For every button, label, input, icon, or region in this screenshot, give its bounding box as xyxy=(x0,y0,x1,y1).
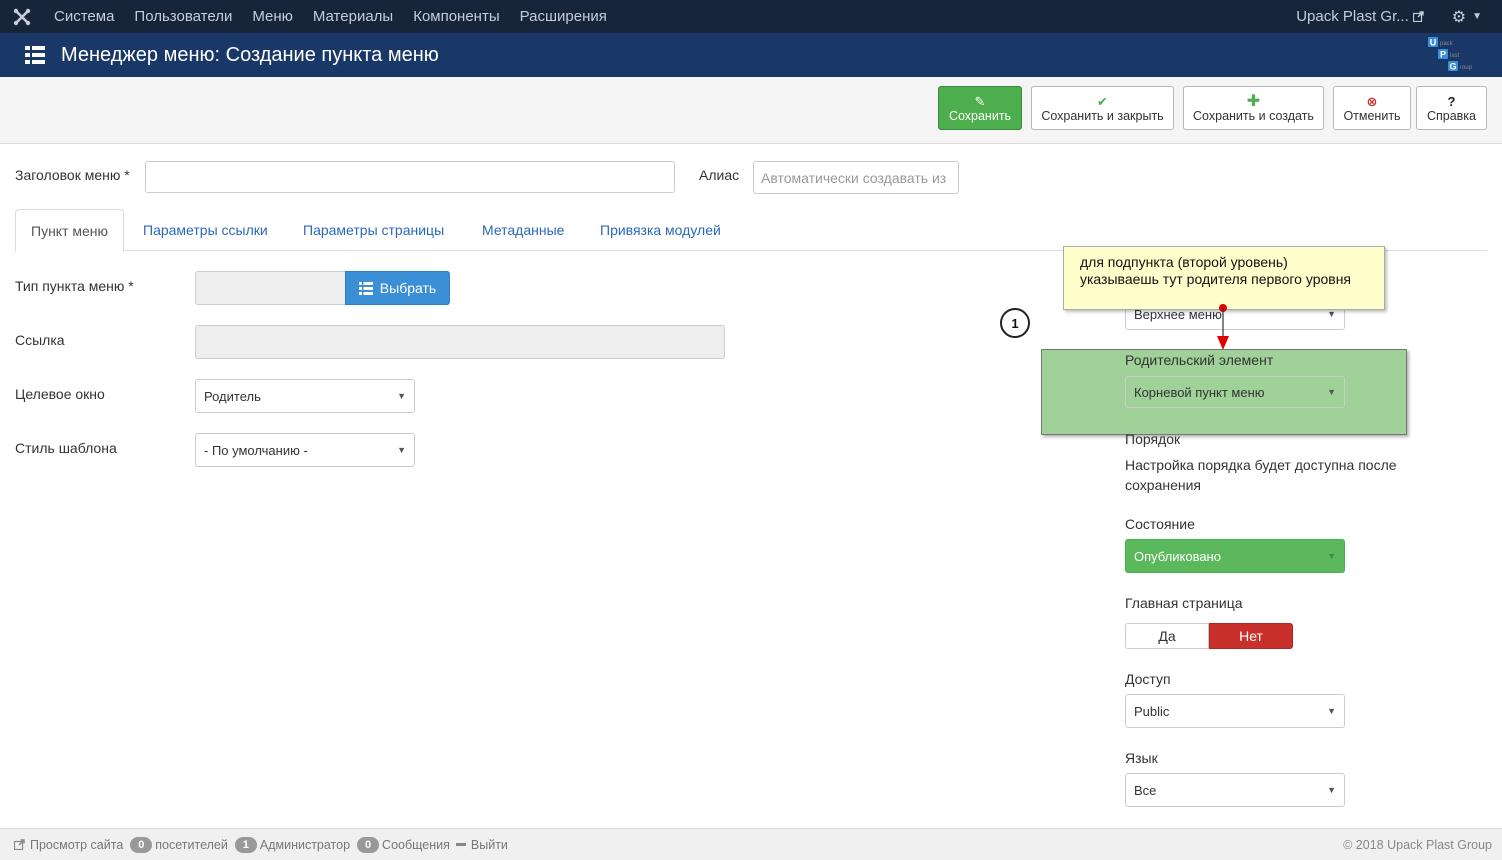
menu-type-input xyxy=(195,271,346,305)
checkmark-icon: ✔ xyxy=(1097,93,1108,109)
page-header: Менеджер меню: Создание пункта меню U pa… xyxy=(0,33,1502,77)
parent-item-select[interactable]: Корневой пункт меню ▼ xyxy=(1125,376,1345,408)
caret-down-icon: ▼ xyxy=(1327,785,1336,795)
logout-link[interactable]: Выйти xyxy=(455,838,508,852)
home-no-toggle[interactable]: Нет xyxy=(1209,623,1293,649)
tab-module-assignment[interactable]: Привязка модулей xyxy=(600,209,721,251)
tab-link-options[interactable]: Параметры ссылки xyxy=(143,209,268,251)
caret-down-icon: ▼ xyxy=(397,445,406,455)
gear-icon[interactable]: ⚙ xyxy=(1452,7,1466,27)
visitors-indicator: 0 посетителей xyxy=(127,836,228,853)
tab-page-options[interactable]: Параметры страницы xyxy=(303,209,444,251)
link-label: Ссылка xyxy=(15,332,65,348)
menu-list-icon xyxy=(25,46,45,64)
company-logo: U pack P last G roup xyxy=(1428,37,1473,72)
chevron-down-icon[interactable]: ▼ xyxy=(1472,11,1482,22)
top-navbar: Система Пользователи Меню Материалы Комп… xyxy=(0,0,1502,33)
svg-text:pack: pack xyxy=(1440,41,1454,47)
nav-users[interactable]: Пользователи xyxy=(124,0,242,33)
select-menu-type-button[interactable]: Выбрать xyxy=(345,271,450,305)
admins-count-badge: 1 xyxy=(234,836,257,853)
access-label: Доступ xyxy=(1125,671,1171,687)
tab-metadata[interactable]: Метаданные xyxy=(482,209,564,251)
cancel-button[interactable]: ⊗ Отменить xyxy=(1333,86,1411,130)
view-site-link[interactable]: Просмотр сайта xyxy=(14,838,123,852)
caret-down-icon: ▼ xyxy=(1327,551,1336,561)
svg-text:last: last xyxy=(1450,53,1460,59)
language-select[interactable]: Все ▼ xyxy=(1125,773,1345,807)
title-label: Заголовок меню * xyxy=(15,167,130,183)
messages-link[interactable]: 0 Сообщения xyxy=(354,836,450,853)
external-link-icon xyxy=(1412,11,1424,22)
copyright: © 2018 Upack Plast Group xyxy=(1343,837,1492,852)
ordering-note: Настройка порядка будет доступна после с… xyxy=(1125,457,1397,493)
top-menu: Система Пользователи Меню Материалы Комп… xyxy=(44,0,617,33)
alias-input[interactable]: Автоматически создавать из xyxy=(753,161,959,194)
parent-item-label: Родительский элемент xyxy=(1125,352,1274,368)
alias-label: Алиас xyxy=(699,167,740,183)
nav-system[interactable]: Система xyxy=(44,0,124,33)
caret-down-icon: ▼ xyxy=(397,391,406,401)
admins-indicator: 1 Администратор xyxy=(232,836,350,853)
svg-text:U: U xyxy=(1430,38,1437,48)
tab-bar: Пункт меню Параметры ссылки Параметры ст… xyxy=(15,209,1487,252)
svg-text:roup: roup xyxy=(1460,65,1473,71)
save-new-button[interactable]: ✚ Сохранить и создать xyxy=(1183,86,1324,130)
minus-icon xyxy=(455,843,466,846)
question-circle-icon: ? xyxy=(1447,93,1456,109)
status-label: Состояние xyxy=(1125,516,1195,532)
external-link-icon xyxy=(14,839,25,850)
plus-icon: ✚ xyxy=(1246,92,1261,110)
help-button[interactable]: ? Справка xyxy=(1416,86,1487,130)
template-style-label: Стиль шаблона xyxy=(15,440,117,456)
annotation-line-2: указываешь тут родителя первого уровня xyxy=(1080,271,1352,287)
target-window-select[interactable]: Родитель ▼ xyxy=(195,379,415,413)
home-page-label: Главная страница xyxy=(1125,595,1243,611)
nav-components[interactable]: Компоненты xyxy=(403,0,509,33)
annotation-arrow xyxy=(1217,304,1229,350)
language-label: Язык xyxy=(1125,750,1158,766)
tab-menu-item[interactable]: Пункт меню xyxy=(15,209,125,252)
nav-menus[interactable]: Меню xyxy=(242,0,303,33)
ordering-label: Порядок xyxy=(1125,431,1181,447)
nav-extensions[interactable]: Расширения xyxy=(510,0,617,33)
status-select[interactable]: Опубликовано ▼ xyxy=(1125,539,1345,573)
site-name-link[interactable]: Upack Plast Gr... xyxy=(1296,8,1409,25)
save-button[interactable]: ✎ Сохранить xyxy=(938,86,1022,130)
annotation-note: для подпункта (второй уровень) указываеш… xyxy=(1063,246,1385,310)
svg-text:G: G xyxy=(1449,62,1456,72)
caret-down-icon: ▼ xyxy=(1327,309,1336,319)
toolbar: ✎ Сохранить ✔ Сохранить и закрыть ✚ Сохр… xyxy=(0,77,1502,144)
messages-count-badge: 0 xyxy=(357,836,380,853)
link-input xyxy=(195,325,725,359)
annotation-line-1: для подпункта (второй уровень) xyxy=(1080,254,1288,270)
list-icon xyxy=(358,281,373,295)
svg-text:P: P xyxy=(1440,50,1446,60)
status-footer: Просмотр сайта 0 посетителей 1 Администр… xyxy=(0,828,1502,860)
cancel-circle-icon: ⊗ xyxy=(1366,93,1378,109)
visitors-count-badge: 0 xyxy=(130,836,153,853)
joomla-logo-icon[interactable] xyxy=(0,0,44,33)
save-close-button[interactable]: ✔ Сохранить и закрыть xyxy=(1031,86,1174,130)
access-select[interactable]: Public ▼ xyxy=(1125,694,1345,728)
caret-down-icon: ▼ xyxy=(1327,706,1336,716)
top-right-controls: Upack Plast Gr... ⚙ ▼ xyxy=(1296,0,1502,33)
template-style-select[interactable]: - По умолчанию - ▼ xyxy=(195,433,415,467)
title-input[interactable] xyxy=(145,161,675,193)
target-window-label: Целевое окно xyxy=(15,386,105,402)
home-yes-toggle[interactable]: Да xyxy=(1125,623,1209,649)
annotation-step-number: 1 xyxy=(1000,308,1030,338)
nav-content[interactable]: Материалы xyxy=(303,0,403,33)
page-title: Менеджер меню: Создание пункта меню xyxy=(61,43,439,66)
caret-down-icon: ▼ xyxy=(1327,387,1336,397)
edit-icon: ✎ xyxy=(974,93,986,109)
menu-type-label: Тип пункта меню * xyxy=(15,278,134,294)
